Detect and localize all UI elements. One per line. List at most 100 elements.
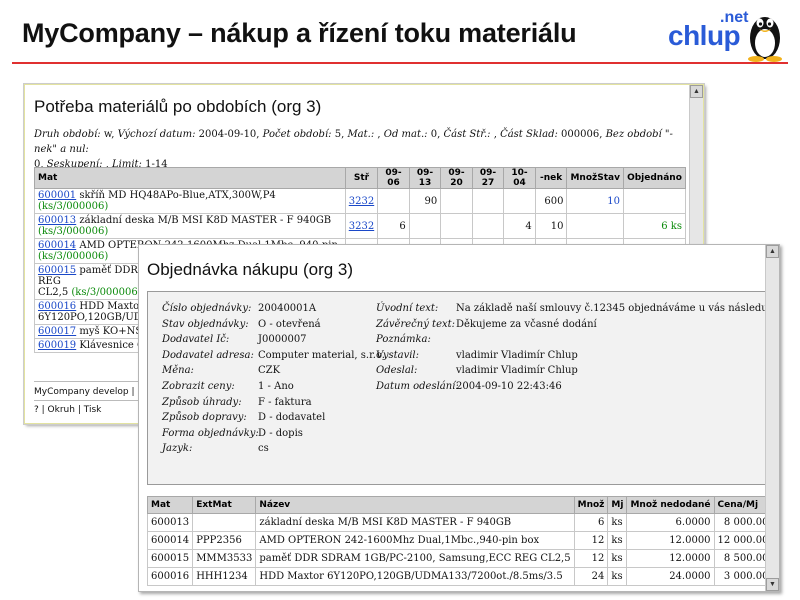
material-description: základní deska M/B MSI K8D MASTER - F 94… [76,215,332,226]
order-item-mat: 600016 [146,567,194,586]
field-label: Odeslal: [376,365,418,377]
order-item-ext [192,513,257,532]
order-item-name: paměť DDR SDRAM 1GB/PC-2100, Samsung,ECC… [255,549,575,568]
vertical-scrollbar[interactable]: ▲ ▼ [765,245,779,591]
material-cell: 600001 skříň MD HQ48APo-Blue,ATX,300W,P4… [34,188,346,214]
param-value: 000006, [557,129,606,140]
scroll-up-icon[interactable]: ▲ [766,245,779,258]
footer-links: ? | Okruh | Tisk [34,405,101,415]
order-field: Způsob dopravy: D - dodavatel [162,410,325,425]
column-header[interactable]: 09-13 [408,167,442,189]
field-label: Jazyk: [162,443,193,455]
period-cell: 90 [408,188,442,214]
order-field: Datum odeslání:2004-09-10 22:43:46 [376,379,562,394]
material-link[interactable]: 600019 [38,340,76,351]
column-header[interactable]: Stř [344,167,379,189]
period-cell: 4 [503,213,536,239]
field-label: Dodavatel Ič: [162,334,230,346]
column-header[interactable]: -nek [534,167,568,189]
period-cell [440,188,473,214]
order-field: Závěrečný text:Děkujeme za včasné dodání [376,317,597,332]
field-value: 20040001A [258,303,317,314]
field-value: Děkujeme za včasné dodání [456,318,597,330]
footer-app-line: MyCompany develop | Pl [34,387,146,397]
column-header[interactable]: 10-04 [503,167,536,189]
column-header[interactable]: MnožStav [566,167,624,189]
stock-cell: 10 [566,188,624,214]
period-cell [408,213,442,239]
field-value: vladimir Vladimír Chlup [456,365,578,377]
order-details-panel: Číslo objednávky: 20040001A Stav objednávk… [147,291,767,485]
material-link[interactable]: 600015 [38,265,76,276]
field-label: Datum odeslání: [376,381,459,392]
column-header[interactable]: 09-06 [377,167,410,189]
header-divider [12,62,788,64]
material-link[interactable]: 600014 [38,240,76,251]
column-header[interactable]: Mat [146,496,194,514]
field-value: Na základě naší smlouvy č.12345 objednáv… [456,303,766,314]
slide-title: MyCompany – nákup a řízení toku materiál… [22,18,577,48]
order-item-ext: MMM3533 [192,549,257,568]
order-item-mj: ks [607,567,628,586]
material-link[interactable]: 600001 [38,190,76,201]
column-header[interactable]: Cena/Mj [713,496,773,514]
column-header[interactable]: Mj [607,496,628,514]
period-cell [471,188,505,214]
field-value: F - faktura [258,396,312,408]
order-field: Úvodní text: Na základě naší smlouvy č.12… [376,301,766,316]
cost-center-link[interactable]: 3232 [349,196,374,207]
order-items-table: Mat ExtMat Název Množ Mj Množ nedodané Cena/Mj… [146,496,779,586]
field-label: Forma objednávky: [162,427,259,439]
period-cell [471,213,505,239]
cost-center-link[interactable]: 3232 [349,221,374,232]
order-item-price: 12 000.00 [713,531,773,550]
column-header[interactable]: Mat [34,167,346,189]
order-field: Forma objednávky:D - dopis [162,426,303,441]
order-item-name: základní deska M/B MSI K8D MASTER - F 94… [255,513,575,532]
material-link[interactable]: 600016 [38,301,76,312]
field-value: 2004-09-10 22:43:46 [456,381,562,392]
material-description: HDD Maxtor [76,301,144,312]
params-line-1: Druh období: w, Výchozí datum: 2004-09-1… [34,127,686,157]
field-label: Dodavatel adresa: [162,349,254,361]
column-header[interactable]: Název [255,496,575,514]
column-header[interactable]: Množ [573,496,609,514]
order-item-ned: 24.0000 [626,567,715,586]
field-label: Číslo objednávky: [162,303,252,314]
table-row: 600013 základní deska M/B MSI K8D MASTER … [146,513,779,532]
unit-warehouse: (ks/3/000006) [71,287,142,298]
table-row: 600013 základní deska M/B MSI K8D MASTER… [34,213,687,239]
order-item-mj: ks [607,531,628,550]
tisk-link[interactable]: Tisk [84,405,102,415]
order-item-mat: 600015 [146,549,194,568]
order-field: Číslo objednávky: 20040001A [162,301,316,316]
unit-warehouse: (ks/3/000006) [38,226,109,237]
report-parameters: Druh období: w, Výchozí datum: 2004-09-1… [34,127,686,172]
order-item-qty: 6 [573,513,609,532]
order-item-qty: 24 [573,567,609,586]
table-row: 600014 PPP2356 AMD OPTERON 242-1600Mhz Dua… [146,531,779,550]
field-value: D - dodavatel [258,412,326,424]
order-item-mj: ks [607,513,628,532]
field-value: O - otevřená [258,318,321,330]
column-header[interactable]: ExtMat [192,496,257,514]
column-header[interactable]: Objednáno [622,167,687,189]
column-header[interactable]: 09-27 [471,167,505,189]
scroll-down-icon[interactable]: ▼ [766,578,779,591]
field-value: CZK [258,365,281,377]
material-link[interactable]: 600013 [38,215,76,226]
order-item-name: HDD Maxtor 6Y120PO,120GB/UDMA133/7200ot.… [255,567,575,586]
tux-penguin-icon [748,17,782,62]
field-label: Zobrazit ceny: [162,381,235,392]
field-value: J0000007 [258,334,307,346]
order-item-ext: PPP2356 [192,531,257,550]
okruh-link[interactable]: Okruh [48,405,75,415]
order-item-ext: HHH1234 [192,567,257,586]
scroll-up-icon[interactable]: ▲ [690,85,703,98]
material-link[interactable]: 600017 [38,326,76,337]
column-header[interactable]: Množ nedodané [626,496,715,514]
field-label: Měna: [162,365,194,377]
table-row: 600015 MMM3533 paměť DDR SDRAM 1GB/PC-2100… [146,549,779,568]
column-header[interactable]: 09-20 [440,167,473,189]
param-label: Mat.: [347,129,375,140]
